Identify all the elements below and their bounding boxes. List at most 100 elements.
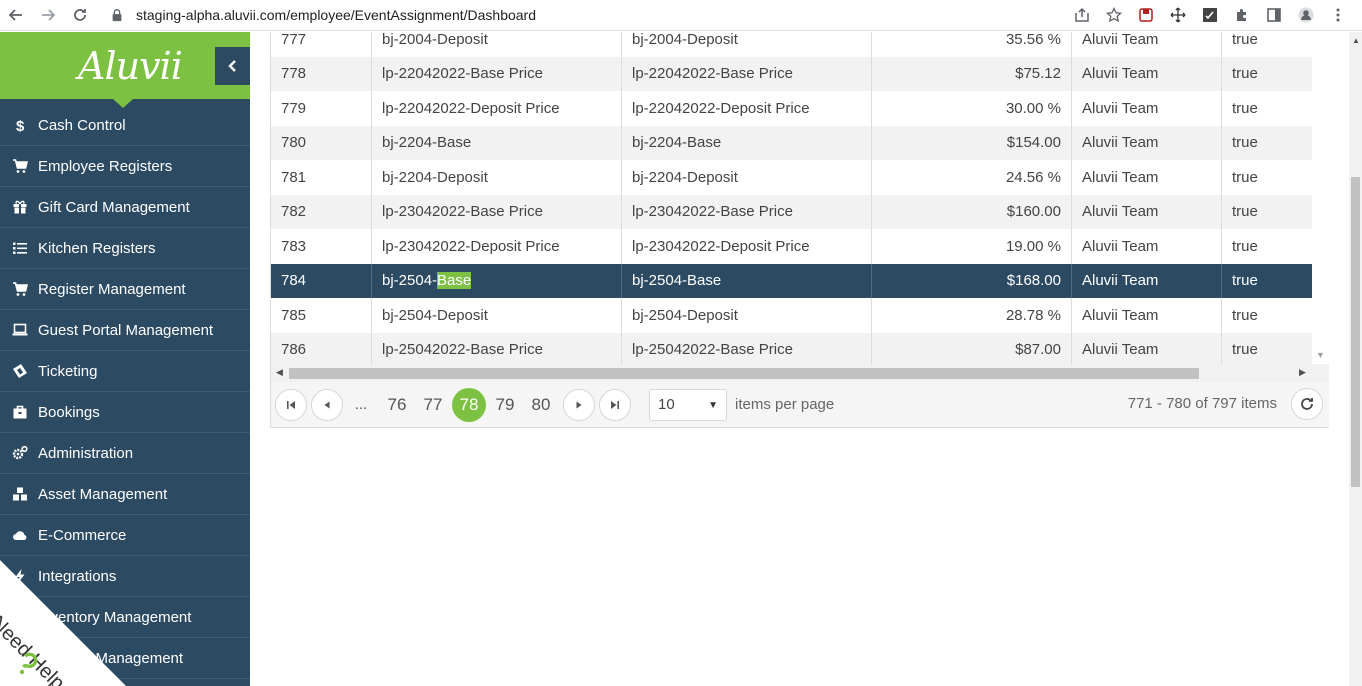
need-help-button[interactable]: Need Help [0, 560, 126, 686]
sidebar-item-asset-management[interactable]: Asset Management [0, 474, 250, 515]
reload-icon [74, 9, 86, 21]
cell-flag: true [1232, 65, 1258, 83]
cell-name: lp-22042022-Deposit Price [372, 91, 622, 126]
sidebar-item-employee-registers[interactable]: Employee Registers [0, 146, 250, 187]
page-77[interactable]: 77 [415, 389, 451, 421]
sidebar-item-cash-control[interactable]: $ Cash Control [0, 105, 250, 146]
last-page-button[interactable] [599, 388, 631, 421]
cell-team: Aluvii Team [1072, 160, 1222, 195]
first-page-button[interactable] [275, 388, 307, 421]
cell-id: 783 [271, 229, 372, 264]
back-button[interactable] [0, 1, 32, 29]
cell-value: $168.00 [872, 263, 1072, 298]
sidebar-item-kitchen-registers[interactable]: Kitchen Registers [0, 228, 250, 269]
horizontal-scroll-thumb[interactable] [289, 368, 1199, 379]
page-scroll-thumb[interactable] [1351, 177, 1360, 487]
sidebar-item-label: Employee Registers [38, 157, 173, 175]
cell-value: 30.00 % [872, 91, 1072, 126]
cell-name: bj-2204-Base [372, 125, 622, 160]
cell-flag: true [1232, 32, 1258, 48]
sidebar-item-e-commerce[interactable]: E-Commerce [0, 515, 250, 556]
cell-team: Aluvii Team [1072, 298, 1222, 333]
table-row[interactable]: 780 bj-2204-Base bj-2204-Base $154.00 Al… [271, 125, 1312, 160]
reload-button[interactable] [64, 1, 96, 29]
table-row[interactable]: 779 lp-22042022-Deposit Price lp-2204202… [271, 91, 1312, 126]
cart-icon [0, 158, 38, 174]
table-row-selected[interactable]: 784 bj-2504- Base bj-2504-Base $168.00 Al… [271, 263, 1312, 298]
sidebar-item-label: Bookings [38, 403, 100, 421]
page-76[interactable]: 76 [379, 389, 415, 421]
cell-team: Aluvii Team [1072, 32, 1222, 57]
sidebar-item-gift-card-management[interactable]: Gift Card Management [0, 187, 250, 228]
previous-page-button[interactable] [311, 388, 343, 421]
pager-ellipsis[interactable]: ... [343, 396, 379, 413]
page-size-select[interactable]: 10 ▼ [649, 388, 727, 421]
cell-team: Aluvii Team [1072, 125, 1222, 160]
question-icon [19, 652, 38, 675]
forward-button[interactable] [32, 1, 64, 29]
browser-menu-button[interactable] [1322, 1, 1354, 29]
scroll-right-arrow-icon[interactable]: ▶ [1299, 367, 1306, 378]
cell-team: Aluvii Team [1072, 229, 1222, 264]
cell-flag: true [1232, 341, 1258, 359]
extension-shield-icon [1139, 8, 1153, 22]
arrow-left-icon [8, 9, 22, 21]
table-row[interactable]: 783 lp-23042022-Deposit Price lp-2304202… [271, 229, 1312, 264]
cell-name: lp-23042022-Deposit Price [372, 229, 622, 264]
arrow-right-icon [42, 9, 56, 21]
extension-1-button[interactable] [1130, 1, 1162, 29]
sidebar-item-guest-portal-management[interactable]: Guest Portal Management [0, 310, 250, 351]
page-78-current[interactable]: 78 [452, 387, 486, 422]
cell-value: 35.56 % [872, 32, 1072, 57]
table-row[interactable]: 778 lp-22042022-Base Price lp-22042022-B… [271, 56, 1312, 91]
address-bar[interactable]: staging-alpha.aluvii.com/employee/EventA… [110, 1, 1066, 29]
table-row[interactable]: 782 lp-23042022-Base Price lp-23042022-B… [271, 194, 1312, 229]
next-page-button[interactable] [563, 388, 595, 421]
side-panel-icon [1267, 8, 1281, 22]
grid-horizontal-scrollbar[interactable]: ◀ ▶ [271, 364, 1329, 382]
sidebar-item-ticketing[interactable]: Ticketing [0, 351, 250, 392]
briefcase-icon [0, 404, 38, 420]
page-vertical-scrollbar[interactable]: ▲ [1349, 32, 1362, 686]
page-80[interactable]: 80 [523, 389, 559, 421]
bookmark-button[interactable] [1098, 1, 1130, 29]
collapse-sidebar-button[interactable] [215, 47, 250, 85]
cell-id: 779 [271, 91, 372, 126]
page-79[interactable]: 79 [487, 389, 523, 421]
cell-description: bj-2204-Base [622, 125, 872, 160]
ticket-icon [0, 363, 38, 379]
profile-icon [1298, 7, 1314, 23]
sidebar-item-administration[interactable]: Administration [0, 433, 250, 474]
items-per-page-label: items per page [735, 396, 835, 413]
profile-button[interactable] [1290, 1, 1322, 29]
extension-2-button[interactable] [1162, 1, 1194, 29]
share-button[interactable] [1066, 1, 1098, 29]
table-row[interactable]: 777 bj-2004-Deposit bj-2004-Deposit 35.5… [271, 32, 1312, 57]
sidebar-item-register-management[interactable]: Register Management [0, 269, 250, 310]
laptop-icon [0, 322, 38, 338]
dollar-icon: $ [0, 117, 38, 133]
grid-vertical-scrollbar[interactable]: ▼ [1312, 32, 1329, 364]
sidebar-item-label: Gift Card Management [38, 198, 190, 216]
extension-3-button[interactable] [1194, 1, 1226, 29]
pager-info: 771 - 780 of 797 items [1127, 395, 1277, 412]
cell-id: 782 [271, 194, 372, 229]
sidebar-item-bookings[interactable]: Bookings [0, 392, 250, 433]
scroll-down-arrow-icon[interactable]: ▼ [1316, 350, 1325, 360]
table-row[interactable]: 786 lp-25042022-Base Price lp-25042022-B… [271, 332, 1312, 364]
scroll-up-arrow-icon[interactable]: ▲ [1352, 36, 1360, 45]
sidebar-item-label: Administration [38, 444, 134, 462]
cell-id: 786 [271, 332, 372, 364]
grid-body: 777 bj-2004-Deposit bj-2004-Deposit 35.5… [271, 32, 1312, 364]
aluvii-logo[interactable]: Aluvii [78, 44, 183, 88]
table-row[interactable]: 785 bj-2504-Deposit bj-2504-Deposit 28.7… [271, 298, 1312, 333]
chevron-left-icon [227, 60, 236, 72]
cell-id: 784 [271, 263, 372, 298]
cell-id: 778 [271, 56, 372, 91]
sidebar-item-label: Ticketing [38, 362, 98, 380]
table-row[interactable]: 781 bj-2204-Deposit bj-2204-Deposit 24.5… [271, 160, 1312, 195]
extensions-button[interactable] [1226, 1, 1258, 29]
scroll-left-arrow-icon[interactable]: ◀ [276, 367, 283, 378]
refresh-button[interactable] [1291, 388, 1323, 420]
side-panel-button[interactable] [1258, 1, 1290, 29]
